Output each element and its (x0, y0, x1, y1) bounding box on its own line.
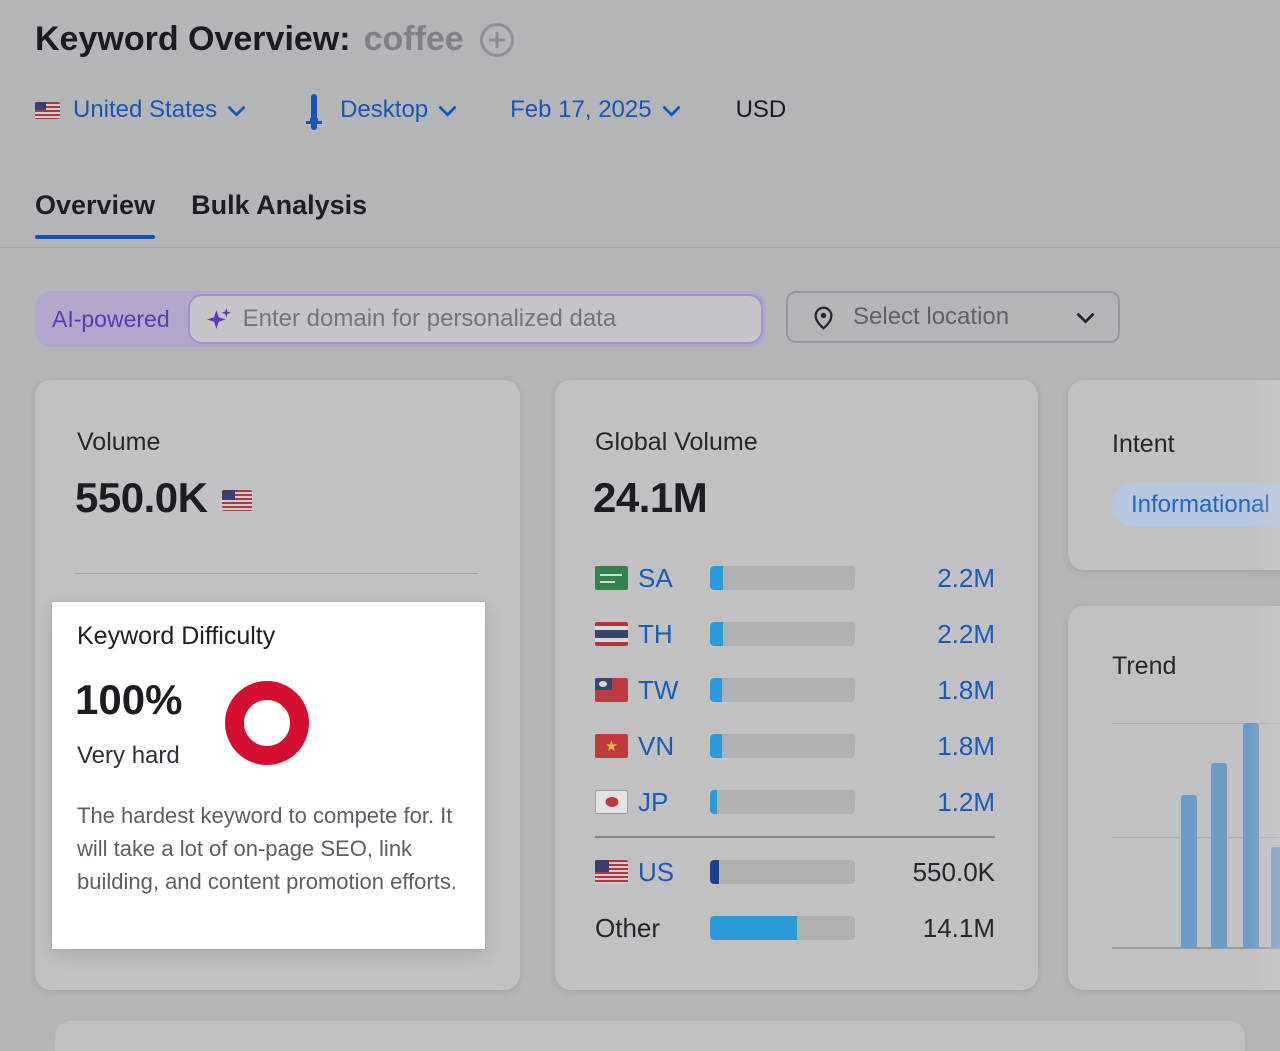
desktop-icon (299, 97, 329, 124)
global-volume-title: Global Volume (595, 428, 758, 457)
ai-domain-widget: AI-powered (35, 291, 766, 347)
flag-vn-icon (595, 734, 628, 758)
country-code: JP (638, 787, 668, 818)
difficulty-donut-gauge (225, 681, 309, 765)
volume-value: 14.1M (855, 913, 995, 944)
add-keyword-button[interactable] (480, 23, 514, 57)
country-dropdown[interactable]: United States (35, 96, 243, 124)
intent-badge[interactable]: Informational (1112, 483, 1280, 527)
us-flag-icon (222, 490, 252, 511)
volume-value: 550.0K (75, 474, 252, 522)
global-volume-value: 24.1M (593, 474, 707, 522)
trend-bar-chart (1112, 723, 1280, 948)
filter-row: United States Desktop Feb 17, 2025 USD (35, 96, 786, 124)
domain-input[interactable] (241, 304, 761, 334)
trend-bar (1243, 723, 1259, 948)
global-volume-rows: SA 2.2M TH 2.2M TW 1.8M VN 1.8M JP 1.2M US 550.0K Ot… (595, 550, 995, 956)
volume-bar (710, 916, 855, 940)
volume-value: 2.2M (855, 619, 995, 650)
domain-input-wrap (188, 294, 763, 344)
edge-fade (1248, 380, 1280, 570)
trend-bar (1181, 795, 1197, 948)
active-tab-underline (35, 235, 155, 239)
ai-powered-badge: AI-powered (35, 306, 188, 333)
intent-card: Intent Informational (1068, 380, 1280, 570)
flag-sa-icon (595, 566, 628, 590)
volume-bar (710, 622, 855, 646)
tab-bulk-analysis[interactable]: Bulk Analysis (191, 190, 367, 239)
global-volume-row: SA 2.2M (595, 550, 995, 606)
tab-bar: Overview Bulk Analysis (35, 190, 367, 239)
global-volume-row: JP 1.2M (595, 774, 995, 830)
volume-bar (710, 734, 855, 758)
volume-value: 2.2M (855, 563, 995, 594)
keyword-difficulty-box: Keyword Difficulty 100% Very hard The ha… (52, 602, 485, 949)
device-dropdown[interactable]: Desktop (299, 96, 454, 124)
volume-value: 1.8M (855, 675, 995, 706)
location-pin-icon (810, 304, 837, 331)
country-code: TW (638, 675, 678, 706)
difficulty-percent: 100% (75, 676, 182, 724)
flag-tw-icon (595, 678, 628, 702)
difficulty-level: Very hard (77, 742, 180, 770)
select-location-button[interactable]: Select location (786, 291, 1120, 343)
trend-bar (1211, 763, 1227, 948)
divider (595, 836, 995, 838)
next-row-card-edge (55, 1021, 1245, 1051)
chevron-down-icon (662, 98, 680, 116)
country-code: US (638, 857, 674, 888)
volume-bar (710, 566, 855, 590)
device-label: Desktop (340, 96, 428, 124)
volume-value: 1.2M (855, 787, 995, 818)
select-location-label: Select location (853, 303, 1066, 331)
chevron-down-icon (1076, 305, 1094, 323)
volume-bar (710, 678, 855, 702)
country-code: TH (638, 619, 673, 650)
global-volume-row: Other 14.1M (595, 900, 995, 956)
global-volume-row: TW 1.8M (595, 662, 995, 718)
keyword-text: coffee (364, 20, 464, 59)
global-volume-card: Global Volume 24.1M SA2.2MTH2.2MTW1.8MVN… (555, 380, 1038, 990)
volume-value: 1.8M (855, 731, 995, 762)
flag-jp-icon (595, 790, 628, 814)
trend-bar (1271, 847, 1280, 948)
trend-title: Trend (1112, 652, 1176, 681)
global-volume-row: VN 1.8M (595, 718, 995, 774)
volume-bar (710, 790, 855, 814)
keyword-difficulty-title: Keyword Difficulty (77, 622, 275, 651)
tabs-divider (0, 247, 1280, 248)
intent-title: Intent (1112, 430, 1175, 459)
volume-card: Volume 550.0K Keyword Difficulty 100% Ve… (35, 380, 520, 990)
date-dropdown[interactable]: Feb 17, 2025 (510, 96, 677, 124)
volume-value: 550.0K (855, 857, 995, 888)
chevron-down-icon (438, 98, 456, 116)
trend-card: Trend (1068, 606, 1280, 990)
tab-overview[interactable]: Overview (35, 190, 155, 239)
page-title-text: Keyword Overview: (35, 20, 351, 59)
chevron-down-icon (227, 98, 245, 116)
us-flag-icon (35, 102, 60, 119)
divider (75, 573, 478, 574)
country-code: SA (638, 563, 673, 594)
volume-bar (710, 860, 855, 884)
date-label: Feb 17, 2025 (510, 96, 651, 124)
country-code: VN (638, 731, 674, 762)
volume-title: Volume (77, 428, 160, 457)
flag-us-icon (595, 860, 628, 884)
country-label: United States (73, 96, 217, 124)
page-title: Keyword Overview: coffee (35, 20, 514, 59)
flag-th-icon (595, 622, 628, 646)
sparkle-icon (206, 306, 233, 333)
difficulty-description: The hardest keyword to compete for. It w… (77, 799, 467, 898)
global-volume-row: US 550.0K (595, 844, 995, 900)
global-volume-row: TH 2.2M (595, 606, 995, 662)
country-code: Other (595, 913, 660, 944)
currency-label: USD (736, 96, 787, 124)
